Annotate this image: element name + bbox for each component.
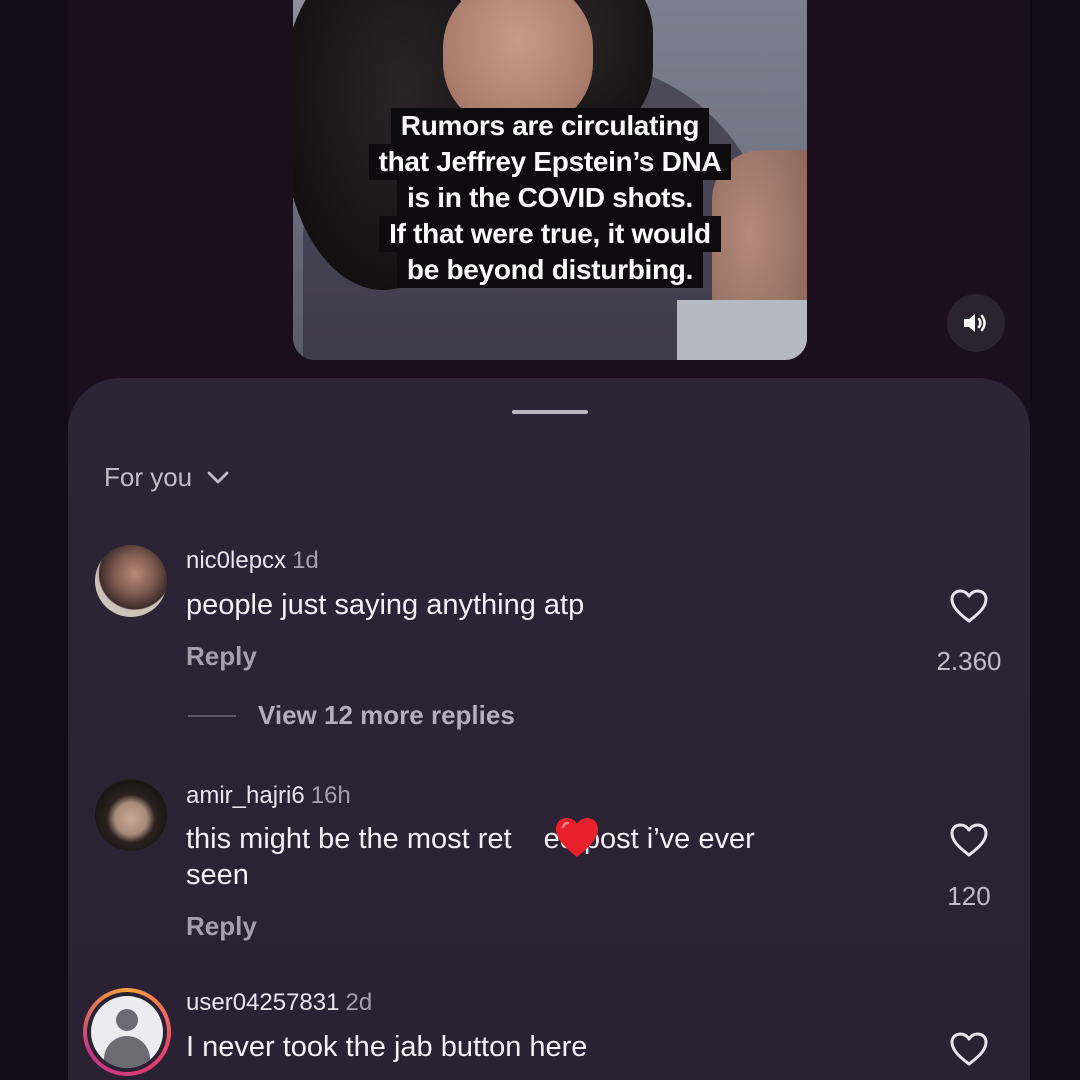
comment-username[interactable]: nic0lepcx 1d xyxy=(186,547,319,575)
comment-text-part: this might be the most ret xyxy=(186,823,512,855)
comment-username[interactable]: amir_hajri6 16h xyxy=(186,782,351,810)
reply-button[interactable]: Reply xyxy=(186,911,257,942)
caption-line: is in the COVID shots. xyxy=(397,180,703,216)
heart-emoji-icon xyxy=(556,818,598,857)
caption-line: that Jeffrey Epstein’s DNA xyxy=(368,144,732,180)
comment-filter-dropdown[interactable]: For you xyxy=(104,462,230,493)
username-text[interactable]: amir_hajri6 xyxy=(186,782,305,809)
avatar[interactable] xyxy=(95,779,167,851)
comment-text: people just saying anything atp xyxy=(186,589,585,621)
like-heart-icon[interactable] xyxy=(949,822,989,858)
avatar[interactable] xyxy=(95,545,167,617)
avatar xyxy=(87,992,167,1072)
comment-text: I never took the jab button here xyxy=(186,1031,588,1063)
reply-button[interactable]: Reply xyxy=(186,641,257,672)
comment-username[interactable]: user04257831 2d xyxy=(186,989,372,1017)
view-more-replies-button[interactable]: View 12 more replies xyxy=(188,700,515,731)
chevron-down-icon xyxy=(207,471,229,483)
speaker-icon xyxy=(964,314,986,332)
like-heart-icon[interactable] xyxy=(949,1031,989,1067)
sheet-drag-handle[interactable] xyxy=(512,410,588,414)
filter-label: For you xyxy=(104,462,193,492)
username-text[interactable]: user04257831 xyxy=(186,989,339,1016)
comment-time: 1d xyxy=(292,547,319,574)
user-icon-body xyxy=(104,1036,150,1068)
like-count: 120 xyxy=(947,881,991,911)
divider-line xyxy=(188,714,236,717)
comment-time: 16h xyxy=(310,782,351,809)
avatar-story-ring[interactable] xyxy=(83,988,171,1076)
comment-text: this might be the most ret ed post i’ve e… xyxy=(186,821,755,893)
comment-time: 2d xyxy=(345,989,373,1016)
view-more-label: View 12 more replies xyxy=(258,700,515,730)
username-text[interactable]: nic0lepcx xyxy=(186,547,286,574)
video-caption: Rumors are circulating that Jeffrey Epst… xyxy=(293,108,807,288)
caption-line: Rumors are circulating xyxy=(390,108,710,144)
caption-line: be beyond disturbing. xyxy=(396,252,704,288)
video-background-wall xyxy=(677,300,807,360)
sound-toggle-button[interactable] xyxy=(947,294,1005,352)
like-heart-icon[interactable] xyxy=(949,588,989,624)
default-user-icon xyxy=(91,996,163,1068)
user-icon-head xyxy=(116,1009,138,1031)
like-count: 2.360 xyxy=(936,646,1002,676)
comment-text-part: seen xyxy=(186,859,249,891)
caption-line: If that were true, it would xyxy=(379,216,721,252)
